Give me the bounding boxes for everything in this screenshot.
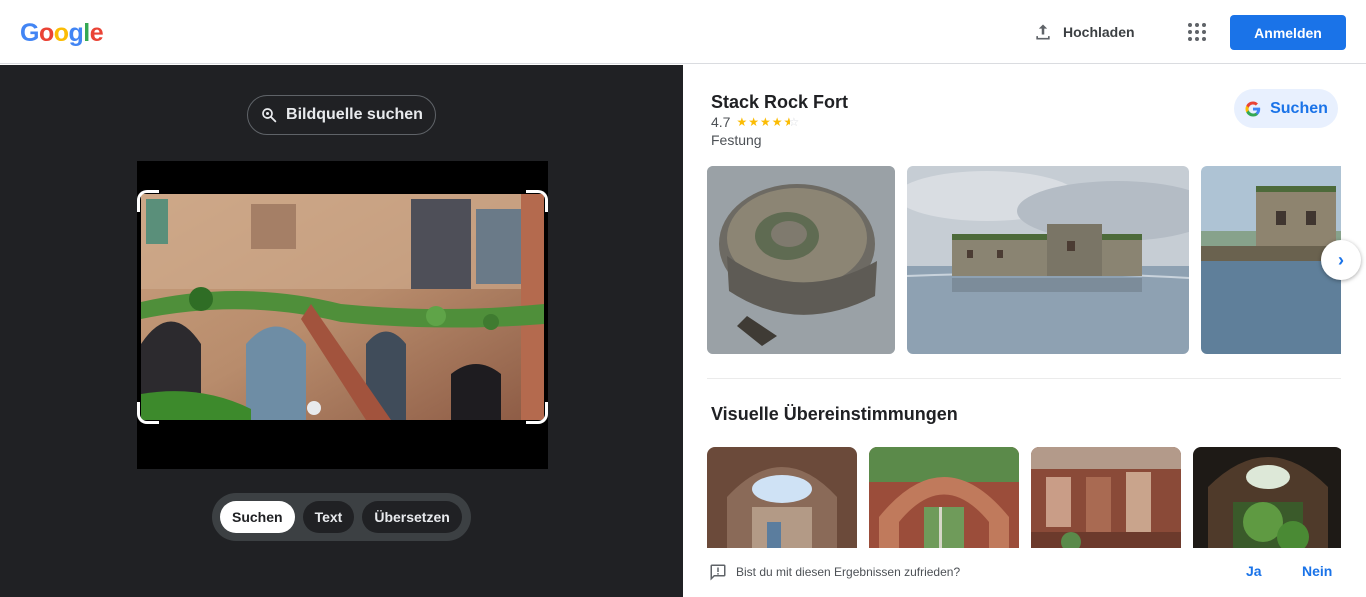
logo-letter-g: G (20, 19, 39, 47)
query-image-frame (137, 161, 548, 469)
rating-stars-icon: ★★★★★☆ (736, 115, 801, 129)
logo-letter-e: e (89, 19, 104, 47)
entity-category: Festung (711, 132, 762, 148)
section-divider (707, 378, 1341, 379)
crop-corner-bottom-right[interactable] (526, 402, 548, 424)
google-search-button[interactable]: Suchen (1234, 89, 1338, 128)
apps-grid-icon[interactable] (1185, 20, 1209, 44)
top-header: Google Hochladen Anmelden (0, 0, 1366, 64)
crop-drag-handle[interactable] (307, 401, 321, 415)
chevron-right-icon[interactable]: › (1321, 240, 1361, 280)
visual-matches-grid (707, 447, 1341, 548)
upload-icon (1036, 24, 1050, 40)
visual-matches-title: Visuelle Übereinstimmungen (711, 404, 958, 424)
match-image-4[interactable] (1193, 447, 1341, 548)
gallery-image-aerial[interactable] (707, 166, 895, 354)
logo-letter-o1: o (38, 19, 54, 47)
entity-image-gallery (707, 166, 1341, 354)
feedback-bar: Bist du mit diesen Ergebnissen zufrieden… (683, 548, 1366, 597)
mode-search-tab[interactable]: Suchen (220, 501, 295, 533)
entity-rating: 4.7 ★★★★★☆ (711, 114, 800, 130)
results-panel: Stack Rock Fort 4.7 ★★★★★☆ Festung Suche… (683, 65, 1366, 597)
feedback-yes-button[interactable]: Ja (1246, 563, 1262, 579)
logo-letter-o2: o (53, 19, 69, 47)
find-image-source-button[interactable]: Bildquelle suchen (247, 95, 436, 135)
entity-title[interactable]: Stack Rock Fort (711, 92, 848, 113)
upload-label: Hochladen (1063, 24, 1135, 40)
match-image-1[interactable] (707, 447, 857, 548)
mode-text-tab[interactable]: Text (302, 501, 355, 533)
upload-button[interactable]: Hochladen (1033, 20, 1135, 44)
feedback-no-button[interactable]: Nein (1302, 563, 1332, 579)
feedback-icon (710, 564, 726, 581)
match-image-3[interactable] (1031, 447, 1181, 548)
mode-switcher: Suchen Text Übersetzen (212, 493, 471, 541)
rating-value: 4.7 (711, 114, 731, 130)
crop-corner-top-right[interactable] (526, 190, 548, 212)
signin-button[interactable]: Anmelden (1230, 15, 1346, 50)
find-image-source-label: Bildquelle suchen (286, 106, 423, 123)
logo-letter-g2: g (68, 19, 84, 47)
feedback-question: Bist du mit diesen Ergebnissen zufrieden… (736, 565, 961, 579)
google-g-icon (1245, 101, 1261, 116)
google-logo[interactable]: Google (20, 19, 104, 48)
image-panel: Bildquelle suchen Suchen Text Übersetzen (0, 65, 683, 597)
lens-search-icon (262, 108, 277, 123)
query-image (141, 194, 544, 420)
crop-corner-top-left[interactable] (137, 190, 159, 212)
google-search-label: Suchen (1270, 99, 1328, 117)
mode-translate-tab[interactable]: Übersetzen (362, 501, 462, 533)
gallery-image-sea-view[interactable] (907, 166, 1189, 354)
match-image-2[interactable] (869, 447, 1019, 548)
crop-corner-bottom-left[interactable] (137, 402, 159, 424)
gallery-image-tower[interactable] (1201, 166, 1341, 354)
